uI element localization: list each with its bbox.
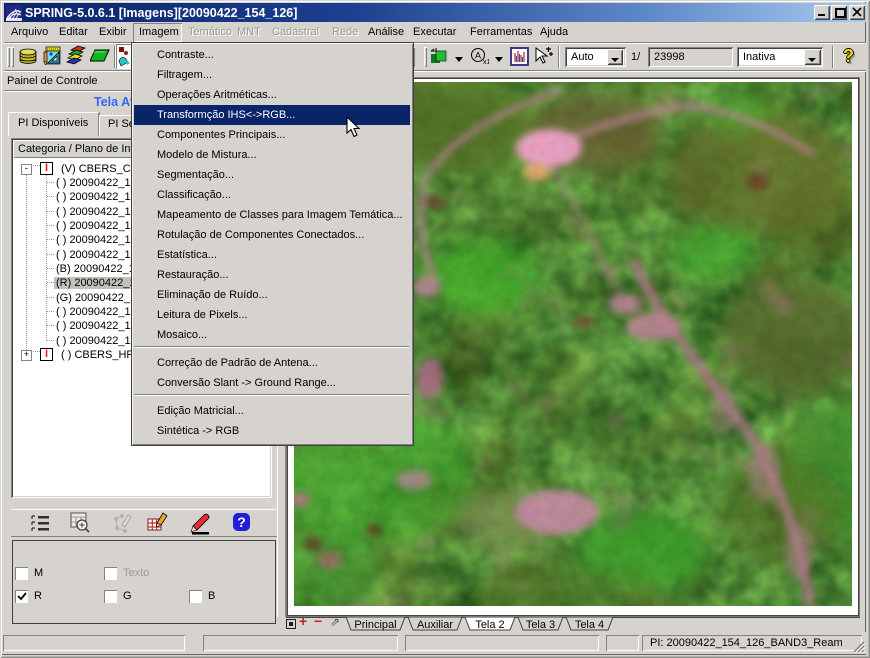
- svg-text:Auxiliar: Auxiliar: [417, 619, 453, 631]
- svg-text:Tela 3: Tela 3: [526, 619, 555, 631]
- svg-text:?: ?: [237, 514, 246, 530]
- svg-text:x1: x1: [483, 59, 489, 66]
- svg-text:Tela 2: Tela 2: [475, 619, 504, 631]
- svg-text:Tela 4: Tela 4: [575, 619, 604, 631]
- svg-text:Principal: Principal: [354, 619, 396, 631]
- svg-text:A: A: [475, 51, 481, 61]
